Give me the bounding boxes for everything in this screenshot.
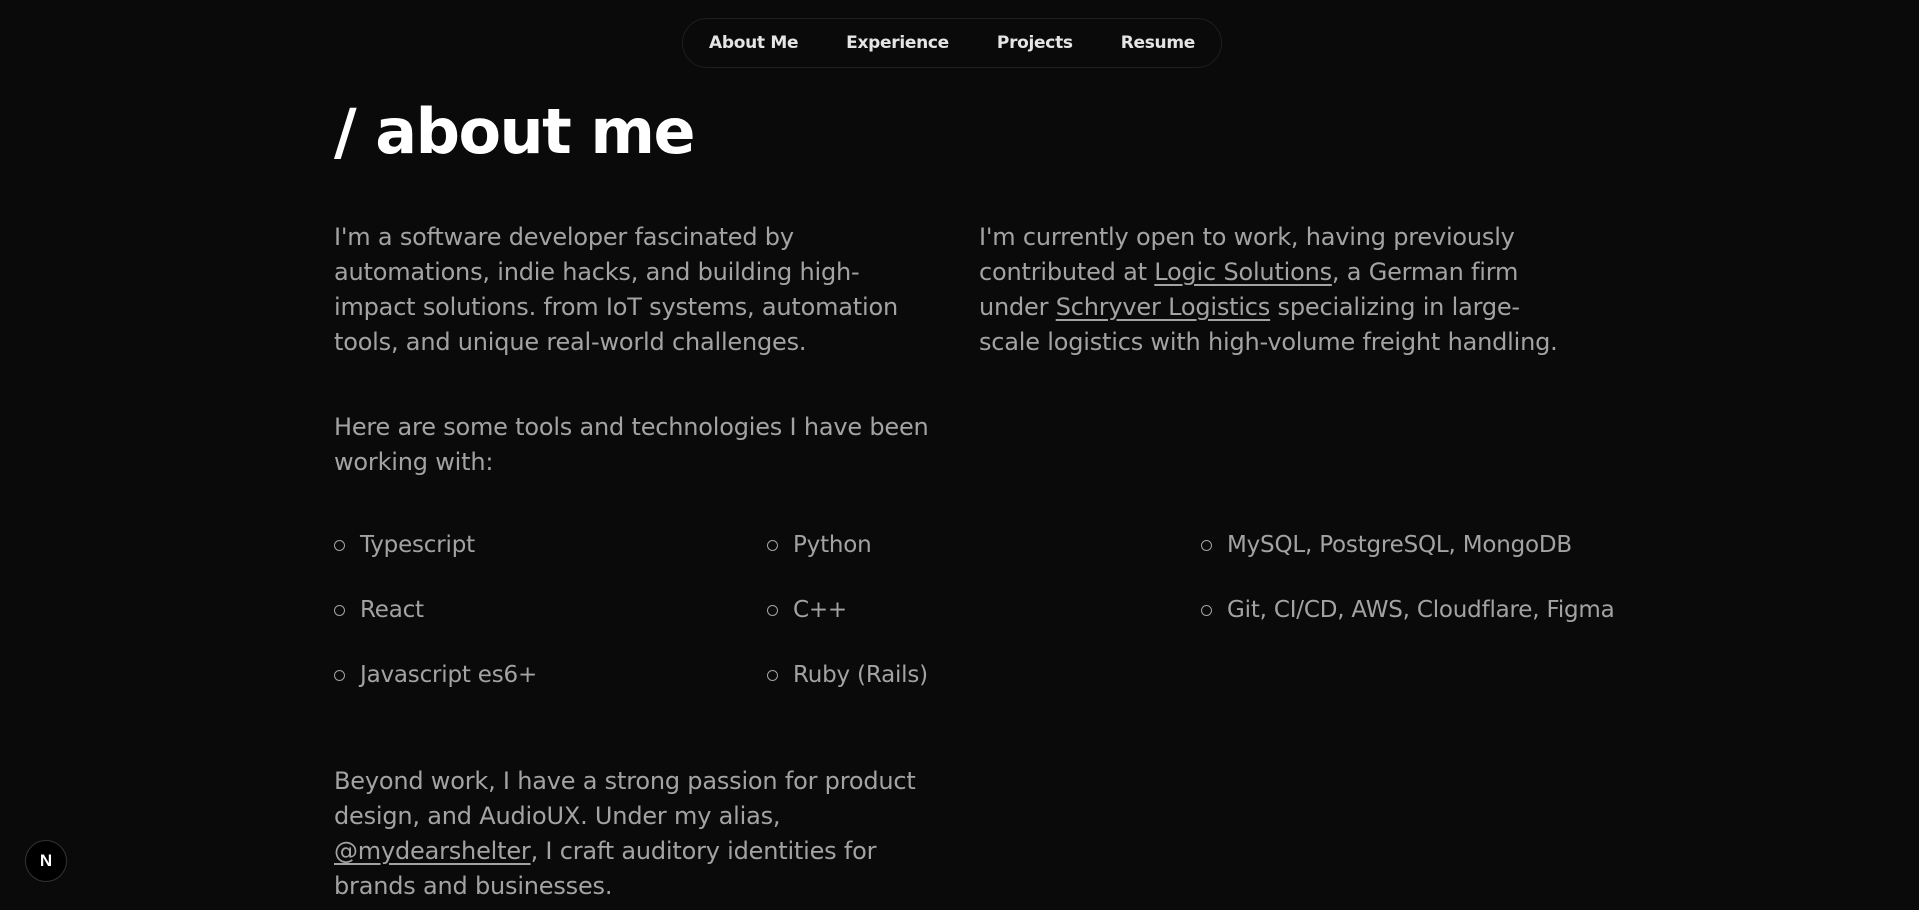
skill-label: Python	[793, 532, 872, 558]
page-title: / about me	[334, 95, 696, 168]
intro-paragraph: I'm a software developer fascinated by a…	[334, 223, 898, 356]
nextjs-dev-badge[interactable]: N	[25, 840, 67, 882]
skill-item: Typescript	[334, 532, 475, 558]
circle-bullet-icon	[767, 669, 778, 681]
nav-projects[interactable]: Projects	[973, 33, 1097, 53]
skill-label: C++	[793, 597, 848, 623]
mydearshelter-link[interactable]: @mydearshelter	[334, 837, 531, 865]
circle-bullet-icon	[334, 604, 345, 616]
work-status-paragraph: I'm currently open to work, having previ…	[979, 220, 1579, 360]
skill-label: React	[360, 597, 424, 623]
skill-label: Git, CI/CD, AWS, Cloudflare, Figma	[1227, 597, 1615, 623]
nextjs-logo-icon: N	[39, 851, 53, 870]
skill-item: Ruby (Rails)	[767, 662, 928, 688]
skill-item: Javascript es6+	[334, 662, 537, 688]
skill-label: MySQL, PostgreSQL, MongoDB	[1227, 532, 1573, 558]
circle-bullet-icon	[767, 539, 778, 551]
circle-bullet-icon	[334, 669, 345, 681]
schryver-logistics-link[interactable]: Schryver Logistics	[1056, 293, 1271, 321]
circle-bullet-icon	[767, 604, 778, 616]
skill-item: MySQL, PostgreSQL, MongoDB	[1201, 532, 1572, 558]
nav-experience[interactable]: Experience	[822, 33, 973, 53]
skills-list: Typescript React Javascript es6+ Python …	[334, 532, 1634, 732]
nav-resume[interactable]: Resume	[1097, 33, 1219, 53]
logic-solutions-link[interactable]: Logic Solutions	[1154, 258, 1332, 286]
skill-label: Typescript	[360, 532, 475, 558]
skill-item: React	[334, 597, 424, 623]
skill-label: Javascript es6+	[360, 662, 538, 688]
skill-item: Git, CI/CD, AWS, Cloudflare, Figma	[1201, 597, 1615, 623]
circle-bullet-icon	[334, 539, 345, 551]
top-nav: About Me Experience Projects Resume	[682, 18, 1222, 68]
skill-label: Ruby (Rails)	[793, 662, 928, 688]
beyond-work-paragraph: Beyond work, I have a strong passion for…	[334, 764, 934, 904]
circle-bullet-icon	[1201, 539, 1212, 551]
skill-item: Python	[767, 532, 872, 558]
about-section: / about me I'm a software developer fasc…	[334, 90, 1615, 900]
skill-item: C++	[767, 597, 847, 623]
nav-about-me[interactable]: About Me	[685, 33, 822, 53]
tools-intro: Here are some tools and technologies I h…	[334, 413, 929, 476]
beyond-text-1: Beyond work, I have a strong passion for…	[334, 767, 916, 830]
circle-bullet-icon	[1201, 604, 1212, 616]
